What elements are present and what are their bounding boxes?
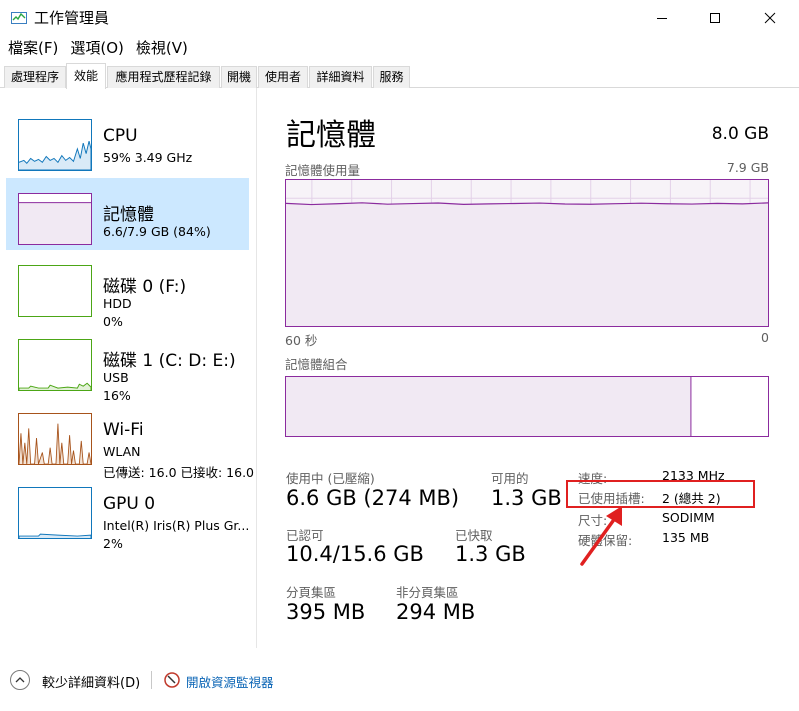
cpu-thumbnail [18,119,92,171]
composition-label: 記憶體組合 [285,357,348,372]
nonpaged-pool-value: 294 MB [396,600,476,624]
sidebar-item-disk0[interactable]: 磁碟 0 (F:) HDD 0% [6,250,249,329]
footer-divider [151,671,152,689]
sidebar-item-disk1[interactable]: 磁碟 1 (C: D: E:) USB 16% [6,324,249,403]
sidebar-item-memory[interactable]: 記憶體 6.6/7.9 GB (84%) [6,178,249,250]
memory-thumbnail [18,193,92,245]
menu-options[interactable]: 選項(O) [62,36,124,60]
committed-value: 10.4/15.6 GB [286,542,424,566]
maximize-icon [710,13,720,23]
tab-services[interactable]: 服務 [373,66,410,88]
sidebar-memory-title: 記憶體 [103,205,154,225]
resource-monitor-icon [164,672,180,688]
sidebar-divider [256,88,257,648]
minimize-icon [657,18,667,19]
in-use-value: 6.6 GB (274 MB) [286,486,460,510]
sidebar-item-wifi[interactable]: Wi-Fi WLAN 已傳送: 16.0 已接收: 16.0 [6,398,254,480]
minimize-button[interactable] [639,0,685,36]
sidebar-gpu-usage: 2% [103,536,123,551]
tab-app-history[interactable]: 應用程式歷程記錄 [107,66,220,88]
sidebar-cpu-usage: 59% 3.49 GHz [103,150,193,165]
cached-value: 1.3 GB [455,542,526,566]
footer-bar: 較少詳細資料(D) 開啟資源監視器 [0,668,799,698]
disk0-thumbnail [18,265,92,317]
fewer-details-chevron-icon[interactable] [10,670,30,690]
memory-composition-bar [285,376,769,437]
sidebar-item-cpu[interactable]: CPU 59% 3.49 GHz [6,104,249,176]
resource-sidebar: CPU 59% 3.49 GHz 記憶體 6.6/7.9 GB (84%) 磁碟… [0,88,255,648]
title-bar: 工作管理員 [0,0,799,36]
memory-total: 8.0 GB [711,124,769,144]
disk1-thumbnail [18,339,92,391]
sidebar-disk0-type: HDD [103,296,132,311]
tab-users[interactable]: 使用者 [258,66,308,88]
sidebar-gpu-title: GPU 0 [103,494,156,514]
sidebar-disk1-title: 磁碟 1 (C: D: E:) [103,351,236,371]
composition-in-use [286,377,691,436]
sidebar-gpu-name: Intel(R) Iris(R) Plus Gr... [103,518,250,533]
window-title: 工作管理員 [34,9,110,27]
graph-axis-right: 0 [761,330,769,345]
chevron-up-icon [15,677,25,683]
sidebar-cpu-title: CPU [103,126,138,146]
sidebar-item-gpu[interactable]: GPU 0 Intel(R) Iris(R) Plus Gr... 2% [6,472,250,551]
memory-usage-graph [285,179,769,327]
tab-performance[interactable]: 效能 [66,63,106,89]
close-icon [764,12,776,24]
form-factor-value: SODIMM [662,510,715,525]
sidebar-memory-usage: 6.6/7.9 GB (84%) [103,224,211,239]
annotation-arrow-icon [580,506,622,566]
sidebar-wifi-type: WLAN [103,444,141,459]
gpu-thumbnail [18,487,92,539]
menu-bar: 檔案(F) 選項(O) 檢視(V) [0,36,799,60]
hardware-reserved-value: 135 MB [662,530,710,545]
page-title: 記憶體 [286,118,376,153]
graph-axis-left: 60 秒 [285,333,318,348]
available-value: 1.3 GB [491,486,562,510]
usage-graph-max: 7.9 GB [726,160,769,175]
sidebar-disk0-title: 磁碟 0 (F:) [103,277,187,297]
sidebar-disk1-type: USB [103,370,129,385]
available-label: 可用的 [491,471,529,486]
wifi-thumbnail [18,413,92,465]
task-manager-icon [11,12,27,24]
open-resource-monitor-link[interactable]: 開啟資源監視器 [186,672,274,691]
maximize-button[interactable] [692,0,738,36]
sidebar-wifi-title: Wi-Fi [103,420,144,440]
in-use-label: 使用中 (已壓縮) [286,471,375,486]
paged-pool-label: 分頁集區 [286,585,337,600]
menu-view[interactable]: 檢視(V) [128,36,188,60]
tab-details[interactable]: 詳細資料 [309,66,372,88]
memory-usage-area [286,202,768,326]
tab-startup[interactable]: 開機 [221,66,257,88]
tab-processes[interactable]: 處理程序 [4,66,66,88]
usage-graph-label: 記憶體使用量 [285,163,361,178]
nonpaged-pool-label: 非分頁集區 [396,585,459,600]
menu-file[interactable]: 檔案(F) [0,36,58,60]
paged-pool-value: 395 MB [286,600,366,624]
close-button[interactable] [747,0,793,36]
tab-bar: 處理程序 效能 應用程式歷程記錄 開機 使用者 詳細資料 服務 [0,62,799,89]
fewer-details-link[interactable]: 較少詳細資料(D) [42,672,140,691]
